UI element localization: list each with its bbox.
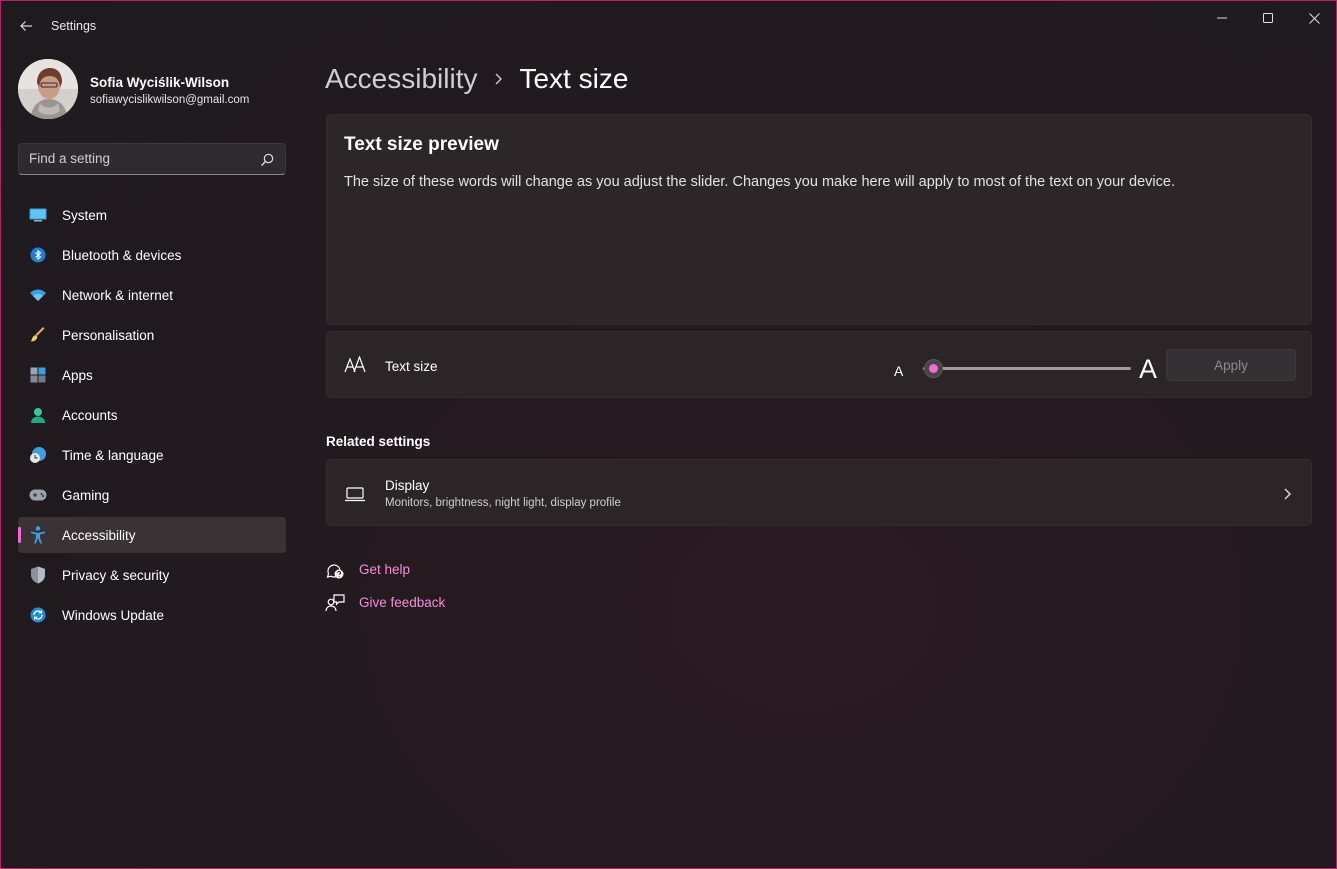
sidebar-item-label: Bluetooth & devices [62,248,182,263]
back-button[interactable] [15,15,37,37]
related-settings-heading: Related settings [326,434,431,449]
minimize-icon [1217,17,1227,19]
search-icon[interactable] [259,152,275,168]
page-title: Text size [519,63,629,94]
accessibility-icon [29,526,47,544]
sidebar-item-label: System [62,208,108,223]
sidebar-item-apps[interactable]: Apps [18,357,286,393]
breadcrumb: Accessibility Text size [325,59,628,99]
avatar[interactable] [18,59,78,119]
sidebar-item-time-language[interactable]: Time & language [18,437,286,473]
give-feedback-link[interactable]: Give feedback [325,593,445,613]
sidebar-nav: System Bluetooth & devices Network & int… [18,197,286,637]
get-help-text[interactable]: Get help [359,562,410,577]
sidebar-item-accessibility[interactable]: Accessibility [18,517,286,553]
sidebar-item-label: Network & internet [62,288,174,303]
text-size-icon [344,356,366,373]
system-icon [29,206,47,224]
text-size-label: Text size [385,359,438,374]
get-help-link[interactable]: Get help [325,560,410,580]
profile-photo-icon [18,59,78,119]
sidebar-item-label: Apps [62,368,93,383]
sidebar-item-label: Privacy & security [62,568,170,583]
maximize-button[interactable] [1245,1,1291,35]
app-title: Settings [51,19,97,33]
sidebar-item-label: Windows Update [62,608,165,623]
apply-button[interactable]: Apply [1166,349,1296,381]
display-subtitle: Monitors, brightness, night light, displ… [385,497,621,509]
sidebar-item-label: Accessibility [62,528,136,543]
arrow-left-icon [20,21,32,31]
slider-min-label: A [894,363,904,379]
maximize-icon [1263,13,1273,23]
close-button[interactable] [1291,1,1337,35]
text-size-slider[interactable] [923,359,1131,378]
preview-title: Text size preview [344,134,499,155]
sidebar-item-network[interactable]: Network & internet [18,277,286,313]
preview-text: The size of these words will change as y… [344,174,1175,190]
sidebar-item-windows-update[interactable]: Windows Update [18,597,286,633]
breadcrumb-parent[interactable]: Accessibility [325,63,477,95]
sidebar-item-personalisation[interactable]: Personalisation [18,317,286,353]
user-email: sofiawycislikwilson@gmail.com [90,94,250,106]
settings-window: Settings Sofia Wyciślik-Wilson sofiawyci… [0,0,1337,869]
user-name: Sofia Wyciślik-Wilson [90,75,230,90]
display-settings-link[interactable]: Display Monitors, brightness, night ligh… [326,459,1312,526]
display-title: Display [385,478,430,493]
feedback-icon [325,594,345,612]
bluetooth-icon [29,246,47,264]
wifi-icon [29,286,47,304]
chevron-right-icon [1284,488,1291,500]
title-bar: Settings [1,1,1336,49]
text-size-card: Text size A A Apply [326,331,1312,398]
text-size-preview-card: Text size preview The size of these word… [326,114,1312,325]
slider-thumb-dot [929,364,938,373]
sidebar-item-system[interactable]: System [18,197,286,233]
brush-icon [29,326,47,344]
sidebar-item-accounts[interactable]: Accounts [18,397,286,433]
chevron-right-icon [495,73,503,85]
get-help-icon [326,564,344,579]
clock-globe-icon [29,446,47,464]
gamepad-icon [29,486,47,504]
shield-icon [29,566,47,584]
search-input[interactable] [29,151,249,166]
slider-max-label: A [1139,354,1158,384]
sidebar-item-gaming[interactable]: Gaming [18,477,286,513]
sidebar-item-privacy-security[interactable]: Privacy & security [18,557,286,593]
sidebar-item-label: Gaming [62,488,110,503]
slider-thumb[interactable] [924,359,943,378]
laptop-icon [345,487,365,502]
minimize-button[interactable] [1199,1,1245,35]
sidebar-item-label: Accounts [62,408,118,423]
person-icon [29,406,47,424]
sidebar-item-label: Personalisation [62,328,155,343]
close-icon [1308,12,1320,24]
sidebar-item-bluetooth[interactable]: Bluetooth & devices [18,237,286,273]
update-icon [29,606,47,624]
search-box[interactable] [18,143,286,175]
sidebar-item-label: Time & language [62,448,164,463]
give-feedback-text[interactable]: Give feedback [359,595,445,610]
apps-icon [29,366,47,384]
